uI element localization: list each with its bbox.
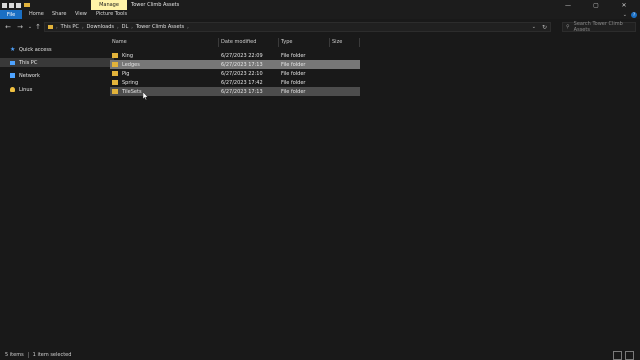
folder-icon xyxy=(112,71,118,76)
status-item-count: 5 items xyxy=(5,352,24,358)
sidebar-item-linux[interactable]: Linux xyxy=(0,85,114,94)
folder-icon xyxy=(48,25,53,29)
file-date: 6/27/2023 17:13 xyxy=(221,61,263,68)
column-header-size[interactable]: Size xyxy=(332,38,342,47)
column-divider[interactable] xyxy=(218,38,219,47)
file-date: 6/27/2023 22:09 xyxy=(221,52,263,59)
minimize-button[interactable]: — xyxy=(556,0,580,10)
file-name: King xyxy=(122,52,134,59)
sidebar-item-label: Quick access xyxy=(19,46,52,53)
file-row[interactable]: Spring 6/27/2023 17:42 File folder xyxy=(110,78,360,87)
chevron-right-icon: › xyxy=(81,24,84,30)
forward-button[interactable]: → xyxy=(15,22,25,32)
properties-quick-icon[interactable] xyxy=(9,2,14,8)
file-type: File folder xyxy=(281,61,306,68)
file-name: Ledges xyxy=(122,61,140,68)
sidebar-item-label: Network xyxy=(19,72,40,79)
star-icon: ★ xyxy=(10,46,16,53)
file-row[interactable]: Pig 6/27/2023 22:10 File folder xyxy=(110,69,360,78)
sidebar-item-label: This PC xyxy=(19,59,38,66)
tab-home[interactable]: Home xyxy=(29,10,44,19)
maximize-button[interactable]: ▢ xyxy=(584,0,608,10)
navigation-pane: ★ Quick access This PC Network Linux xyxy=(0,37,114,347)
chevron-right-icon: › xyxy=(187,24,189,30)
network-icon xyxy=(10,73,15,78)
tab-file[interactable]: File xyxy=(0,10,22,19)
expand-ribbon-icon[interactable]: ⌄ xyxy=(623,12,627,18)
file-name: Pig xyxy=(122,70,130,77)
breadcrumb-tower-climb-assets[interactable]: Tower Climb Assets xyxy=(136,24,184,30)
breadcrumb-downloads[interactable]: Downloads xyxy=(87,24,114,30)
large-icons-view-icon[interactable] xyxy=(625,350,634,360)
breadcrumb-dl[interactable]: DL xyxy=(122,24,129,30)
file-row[interactable]: Ledges 6/27/2023 17:13 File folder xyxy=(110,60,360,69)
sidebar-item-label: Linux xyxy=(19,86,33,93)
details-view-icon[interactable] xyxy=(613,350,622,360)
folder-icon xyxy=(112,62,118,67)
linux-icon xyxy=(10,87,15,92)
column-header-name[interactable]: Name xyxy=(112,38,127,47)
ribbon-controls: ⌄ ? xyxy=(623,10,637,19)
file-type: File folder xyxy=(281,79,306,86)
refresh-button[interactable]: ↻ xyxy=(542,24,547,31)
search-input[interactable]: ⚲ Search Tower Climb Assets xyxy=(562,21,636,33)
tab-share[interactable]: Share xyxy=(52,10,66,19)
column-header-type[interactable]: Type xyxy=(281,38,292,47)
search-icon: ⚲ xyxy=(566,24,570,30)
mouse-cursor-icon xyxy=(143,92,148,100)
status-divider xyxy=(27,352,29,358)
file-type: File folder xyxy=(281,70,306,77)
back-button[interactable]: ← xyxy=(3,22,13,32)
chevron-right-icon: › xyxy=(117,24,119,30)
new-folder-quick-icon[interactable] xyxy=(24,3,30,7)
file-row[interactable]: King 6/27/2023 22:09 File folder xyxy=(110,51,360,60)
computer-icon xyxy=(10,60,15,65)
folder-icon xyxy=(112,53,118,58)
status-selection: 1 item selected xyxy=(32,352,72,358)
file-date: 6/27/2023 17:13 xyxy=(221,88,263,95)
breadcrumb-this-pc[interactable]: This PC xyxy=(61,24,79,30)
tab-picture-tools[interactable]: Picture Tools xyxy=(96,10,127,19)
file-name: TileSets xyxy=(122,88,142,95)
file-date: 6/27/2023 17:42 xyxy=(221,79,263,86)
file-type: File folder xyxy=(281,52,306,59)
column-divider[interactable] xyxy=(278,38,279,47)
file-name: Spring xyxy=(122,79,139,86)
folder-icon xyxy=(112,80,118,85)
sidebar-item-quick-access[interactable]: ★ Quick access xyxy=(0,45,114,54)
file-date: 6/27/2023 22:10 xyxy=(221,70,263,77)
column-divider[interactable] xyxy=(329,38,330,47)
column-divider[interactable] xyxy=(359,38,360,47)
window-title: Tower Climb Assets xyxy=(131,2,180,8)
tab-view[interactable]: View xyxy=(75,10,87,19)
status-bar: 5 items 1 item selected xyxy=(0,350,640,360)
manage-tab[interactable]: Manage xyxy=(91,0,127,10)
chevron-right-icon: › xyxy=(131,24,133,30)
chevron-right-icon: › xyxy=(56,24,58,30)
new-file-quick-icon[interactable] xyxy=(16,2,21,8)
column-header-date-modified[interactable]: Date modified xyxy=(221,38,256,47)
help-icon[interactable]: ? xyxy=(631,11,637,18)
folder-icon xyxy=(112,89,118,94)
close-button[interactable]: ✕ xyxy=(612,0,636,10)
address-bar[interactable]: › This PC › Downloads › DL › Tower Climb… xyxy=(44,22,551,32)
search-placeholder: Search Tower Climb Assets xyxy=(573,21,623,33)
sidebar-item-this-pc[interactable]: This PC xyxy=(0,58,114,67)
address-dropdown-icon[interactable]: ⌄ xyxy=(532,24,536,30)
app-icon xyxy=(2,2,7,8)
sidebar-item-network[interactable]: Network xyxy=(0,71,114,80)
file-type: File folder xyxy=(281,88,306,95)
up-button[interactable]: ↑ xyxy=(33,22,43,32)
